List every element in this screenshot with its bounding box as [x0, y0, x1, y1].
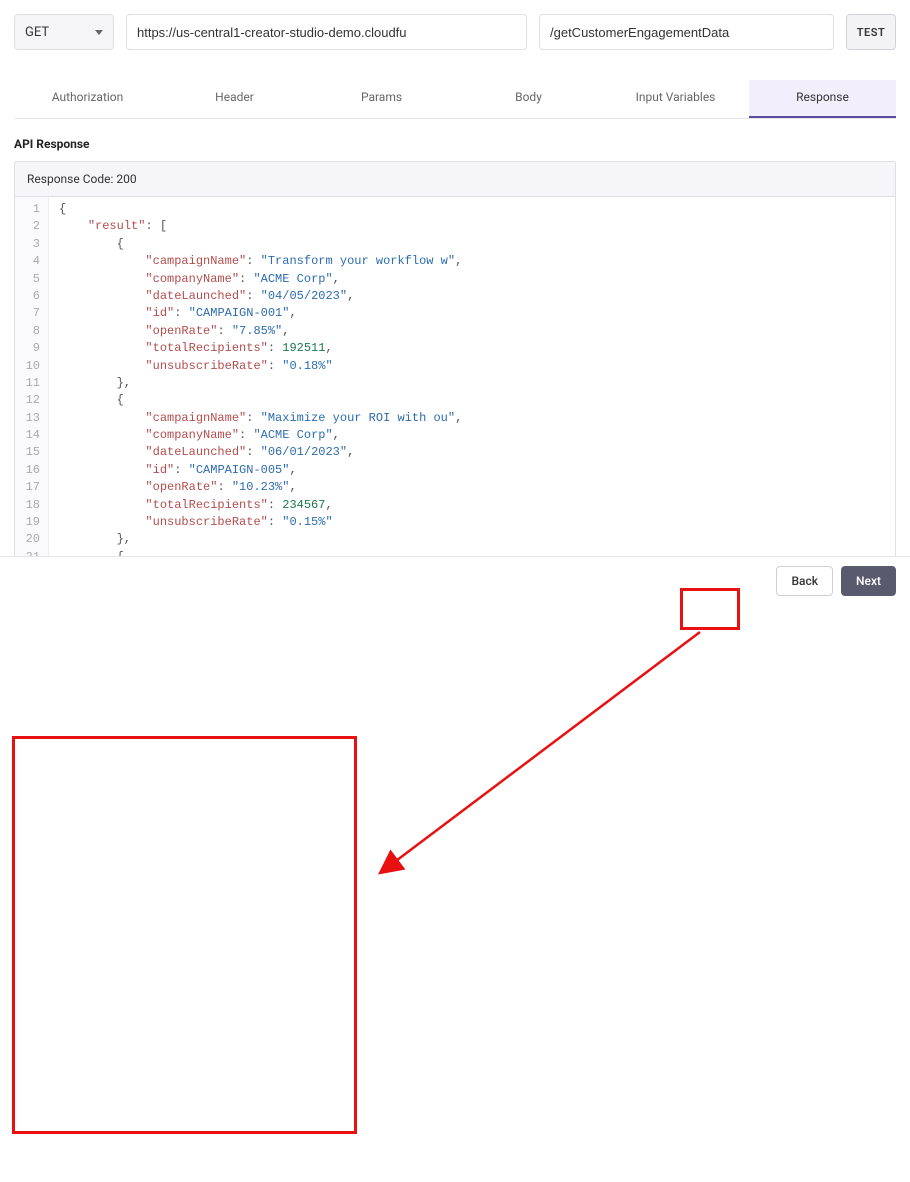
annotation-arrow: [380, 632, 700, 873]
http-method-value: GET: [25, 25, 49, 40]
http-method-select[interactable]: GET: [14, 14, 114, 50]
back-button[interactable]: Back: [776, 566, 833, 596]
annotation-box-response: [12, 736, 357, 1134]
tabs: Authorization Header Params Body Input V…: [14, 80, 896, 119]
path-input[interactable]: [539, 14, 834, 50]
tab-body[interactable]: Body: [455, 80, 602, 118]
base-url-input[interactable]: [126, 14, 527, 50]
next-button[interactable]: Next: [841, 566, 896, 596]
tab-authorization[interactable]: Authorization: [14, 80, 161, 118]
response-code-label: Response Code: 200: [15, 162, 895, 197]
response-panel: Response Code: 200 123456789101112131415…: [14, 161, 896, 578]
response-section-title: API Response: [14, 137, 896, 151]
tab-params[interactable]: Params: [308, 80, 455, 118]
response-body-viewer[interactable]: 1234567891011121314151617181920212223242…: [15, 197, 895, 577]
footer-bar: Back Next: [0, 556, 910, 604]
tab-header[interactable]: Header: [161, 80, 308, 118]
tab-response[interactable]: Response: [749, 80, 896, 118]
chevron-down-icon: [95, 30, 103, 35]
test-button[interactable]: TEST: [846, 14, 896, 50]
tab-input-variables[interactable]: Input Variables: [602, 80, 749, 118]
